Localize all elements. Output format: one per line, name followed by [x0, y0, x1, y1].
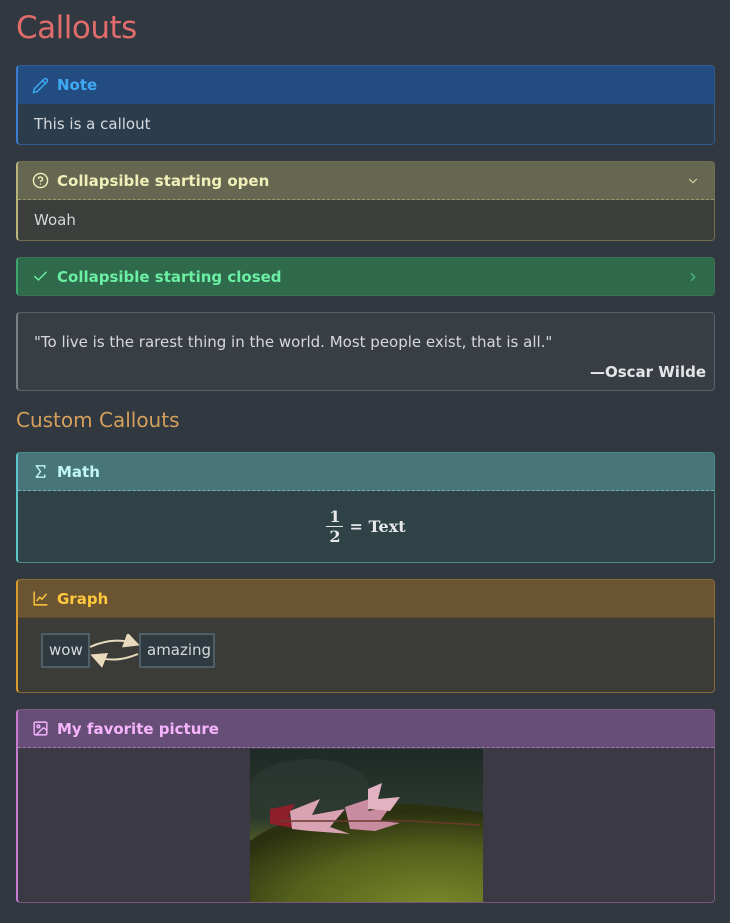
- math-formula: 1 2 = Text: [18, 491, 714, 561]
- quote-text: "To live is the rarest thing in the worl…: [34, 333, 553, 351]
- callout-math-header: Math: [18, 453, 714, 491]
- callout-collapsible-closed-header[interactable]: Collapsible starting closed: [18, 258, 714, 295]
- callout-collapsible-closed-title: Collapsible starting closed: [57, 267, 282, 286]
- graph-node-amazing[interactable]: amazing: [139, 633, 215, 668]
- callout-note-header: Note: [18, 66, 714, 104]
- callout-graph-header: Graph: [18, 580, 714, 618]
- callout-note-body: This is a callout: [34, 115, 151, 133]
- callout-collapsible-open-body: Woah: [34, 211, 76, 229]
- sigma-icon: [31, 463, 49, 481]
- callout-collapsible-open-header[interactable]: Collapsible starting open: [18, 162, 714, 200]
- graph-canvas[interactable]: wow amazing: [18, 618, 714, 692]
- callout-collapsible-open: Collapsible starting open Woah: [16, 161, 715, 241]
- question-icon: [31, 172, 49, 190]
- callout-note: Note This is a callout: [16, 65, 715, 145]
- graph-edges: [89, 634, 140, 668]
- fraction: 1 2: [326, 507, 344, 546]
- image-icon: [31, 720, 49, 738]
- pencil-icon: [31, 76, 49, 94]
- callout-graph: Graph wow amazing: [16, 579, 715, 693]
- callout-math: Math 1 2 = Text: [16, 452, 715, 563]
- callout-collapsible-closed: Collapsible starting closed: [16, 257, 715, 296]
- page-title: Callouts: [16, 10, 137, 46]
- callout-picture-header: My favorite picture: [18, 710, 714, 748]
- callout-note-title: Note: [57, 76, 98, 94]
- fraction-denominator: 2: [329, 526, 341, 546]
- fraction-numerator: 1: [326, 507, 344, 527]
- section-title-custom-callouts: Custom Callouts: [16, 408, 180, 432]
- chevron-down-icon[interactable]: [686, 174, 700, 188]
- callout-picture-title: My favorite picture: [57, 719, 219, 738]
- callout-picture: My favorite picture: [16, 709, 715, 903]
- callout-collapsible-open-title: Collapsible starting open: [57, 171, 270, 190]
- quote-attribution: —Oscar Wilde: [589, 363, 706, 381]
- callout-math-title: Math: [57, 462, 100, 481]
- line-chart-icon: [31, 590, 49, 608]
- formula-rhs: = Text: [349, 516, 406, 536]
- graph-node-wow[interactable]: wow: [41, 633, 90, 668]
- check-icon: [31, 268, 49, 286]
- leaf-photo: [250, 749, 483, 902]
- callout-quote: "To live is the rarest thing in the worl…: [16, 312, 715, 391]
- chevron-right-icon[interactable]: [686, 270, 700, 284]
- callout-graph-title: Graph: [57, 589, 109, 608]
